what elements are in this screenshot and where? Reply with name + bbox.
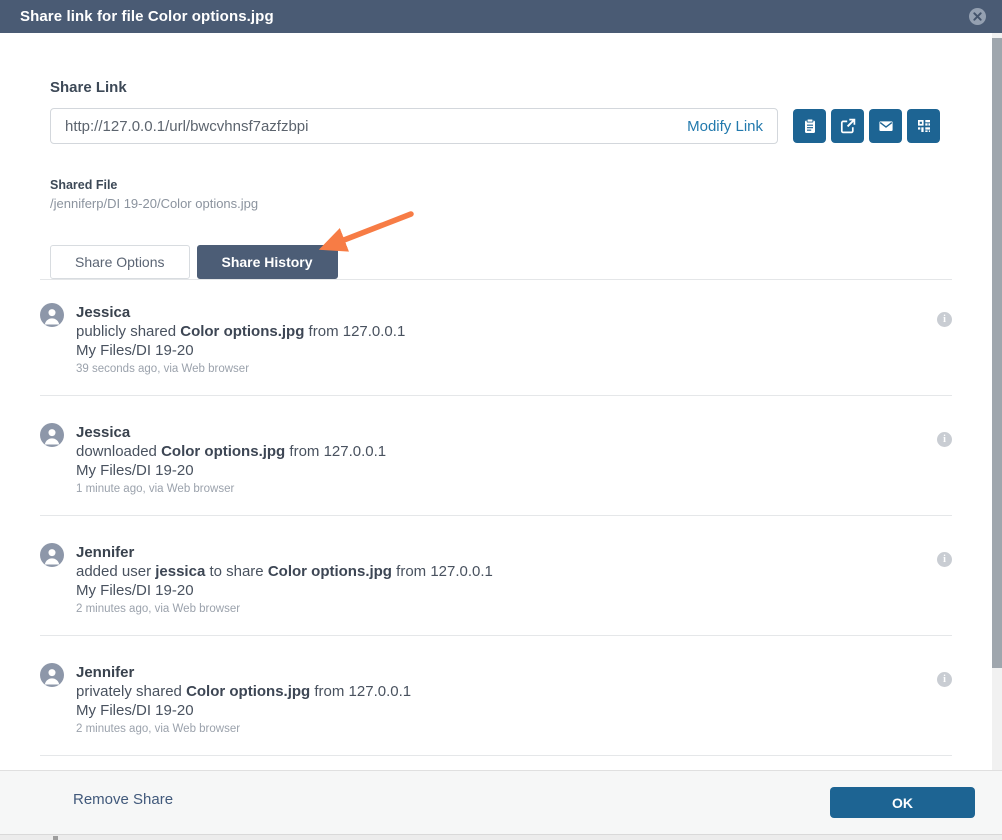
- share-link-dialog: Share link for file Color options.jpg Sh…: [0, 0, 1002, 840]
- share-location: My Files/DI 19-20: [76, 461, 937, 480]
- info-icon[interactable]: [937, 552, 952, 567]
- email-link-button[interactable]: [869, 109, 902, 143]
- share-history-list: Jessica publicly shared Color options.jp…: [40, 303, 952, 783]
- action-text: publicly shared Color options.jpg from 1…: [76, 322, 937, 341]
- share-link-row: Modify Link: [50, 108, 940, 144]
- share-meta: 1 minute ago, via Web browser: [76, 482, 937, 497]
- share-location: My Files/DI 19-20: [76, 701, 937, 720]
- user-name: Jennifer: [76, 543, 937, 562]
- share-meta: 39 seconds ago, via Web browser: [76, 362, 937, 377]
- copy-link-button[interactable]: [793, 109, 826, 143]
- page-bottom-edge: [0, 834, 1002, 840]
- scrollbar-thumb[interactable]: [992, 38, 1002, 668]
- dialog-header: Share link for file Color options.jpg: [0, 0, 1002, 33]
- vertical-scrollbar[interactable]: [992, 33, 1002, 770]
- envelope-icon: [878, 118, 894, 134]
- qr-code-icon: [916, 118, 932, 134]
- ok-button[interactable]: OK: [830, 787, 975, 818]
- user-avatar-icon: [40, 663, 64, 687]
- user-avatar-icon: [40, 423, 64, 447]
- tab-share-history[interactable]: Share History: [197, 245, 338, 279]
- close-icon[interactable]: [969, 8, 986, 25]
- history-item: Jennifer added user jessica to share Col…: [40, 543, 952, 636]
- info-icon[interactable]: [937, 432, 952, 447]
- remove-share-button[interactable]: Remove Share: [73, 791, 173, 808]
- history-item-text: Jennifer added user jessica to share Col…: [76, 543, 937, 617]
- external-link-icon: [840, 118, 856, 134]
- shared-file-path: /jenniferp/DI 19-20/Color options.jpg: [50, 196, 258, 211]
- dialog-footer: Remove Share OK: [0, 770, 1002, 834]
- tab-share-options[interactable]: Share Options: [50, 245, 190, 279]
- action-text: downloaded Color options.jpg from 127.0.…: [76, 442, 937, 461]
- qr-code-button[interactable]: [907, 109, 940, 143]
- history-item-text: Jessica downloaded Color options.jpg fro…: [76, 423, 937, 497]
- share-link-input[interactable]: [65, 118, 675, 135]
- action-text: privately shared Color options.jpg from …: [76, 682, 937, 701]
- shared-file-label: Shared File: [50, 178, 117, 192]
- share-meta: 2 minutes ago, via Web browser: [76, 722, 937, 737]
- history-item: Jennifer privately shared Color options.…: [40, 663, 952, 756]
- share-location: My Files/DI 19-20: [76, 581, 937, 600]
- history-item-text: Jennifer privately shared Color options.…: [76, 663, 937, 737]
- horizontal-scroll-notch: [53, 836, 58, 840]
- share-link-field-wrap: Modify Link: [50, 108, 778, 144]
- history-item-text: Jessica publicly shared Color options.jp…: [76, 303, 937, 377]
- modify-link-button[interactable]: Modify Link: [675, 118, 763, 135]
- tab-divider: [40, 279, 952, 280]
- user-name: Jessica: [76, 423, 937, 442]
- user-avatar-icon: [40, 303, 64, 327]
- tab-bar: Share Options Share History: [50, 245, 338, 279]
- share-link-label: Share Link: [50, 79, 127, 96]
- share-location: My Files/DI 19-20: [76, 341, 937, 360]
- open-link-button[interactable]: [831, 109, 864, 143]
- dialog-title: Share link for file Color options.jpg: [20, 8, 274, 25]
- clipboard-icon: [802, 118, 818, 134]
- link-action-buttons: [793, 109, 940, 143]
- share-meta: 2 minutes ago, via Web browser: [76, 602, 937, 617]
- action-text: added user jessica to share Color option…: [76, 562, 937, 581]
- info-icon[interactable]: [937, 672, 952, 687]
- user-name: Jessica: [76, 303, 937, 322]
- history-item: Jessica publicly shared Color options.jp…: [40, 303, 952, 396]
- user-name: Jennifer: [76, 663, 937, 682]
- history-item: Jessica downloaded Color options.jpg fro…: [40, 423, 952, 516]
- info-icon[interactable]: [937, 312, 952, 327]
- user-avatar-icon: [40, 543, 64, 567]
